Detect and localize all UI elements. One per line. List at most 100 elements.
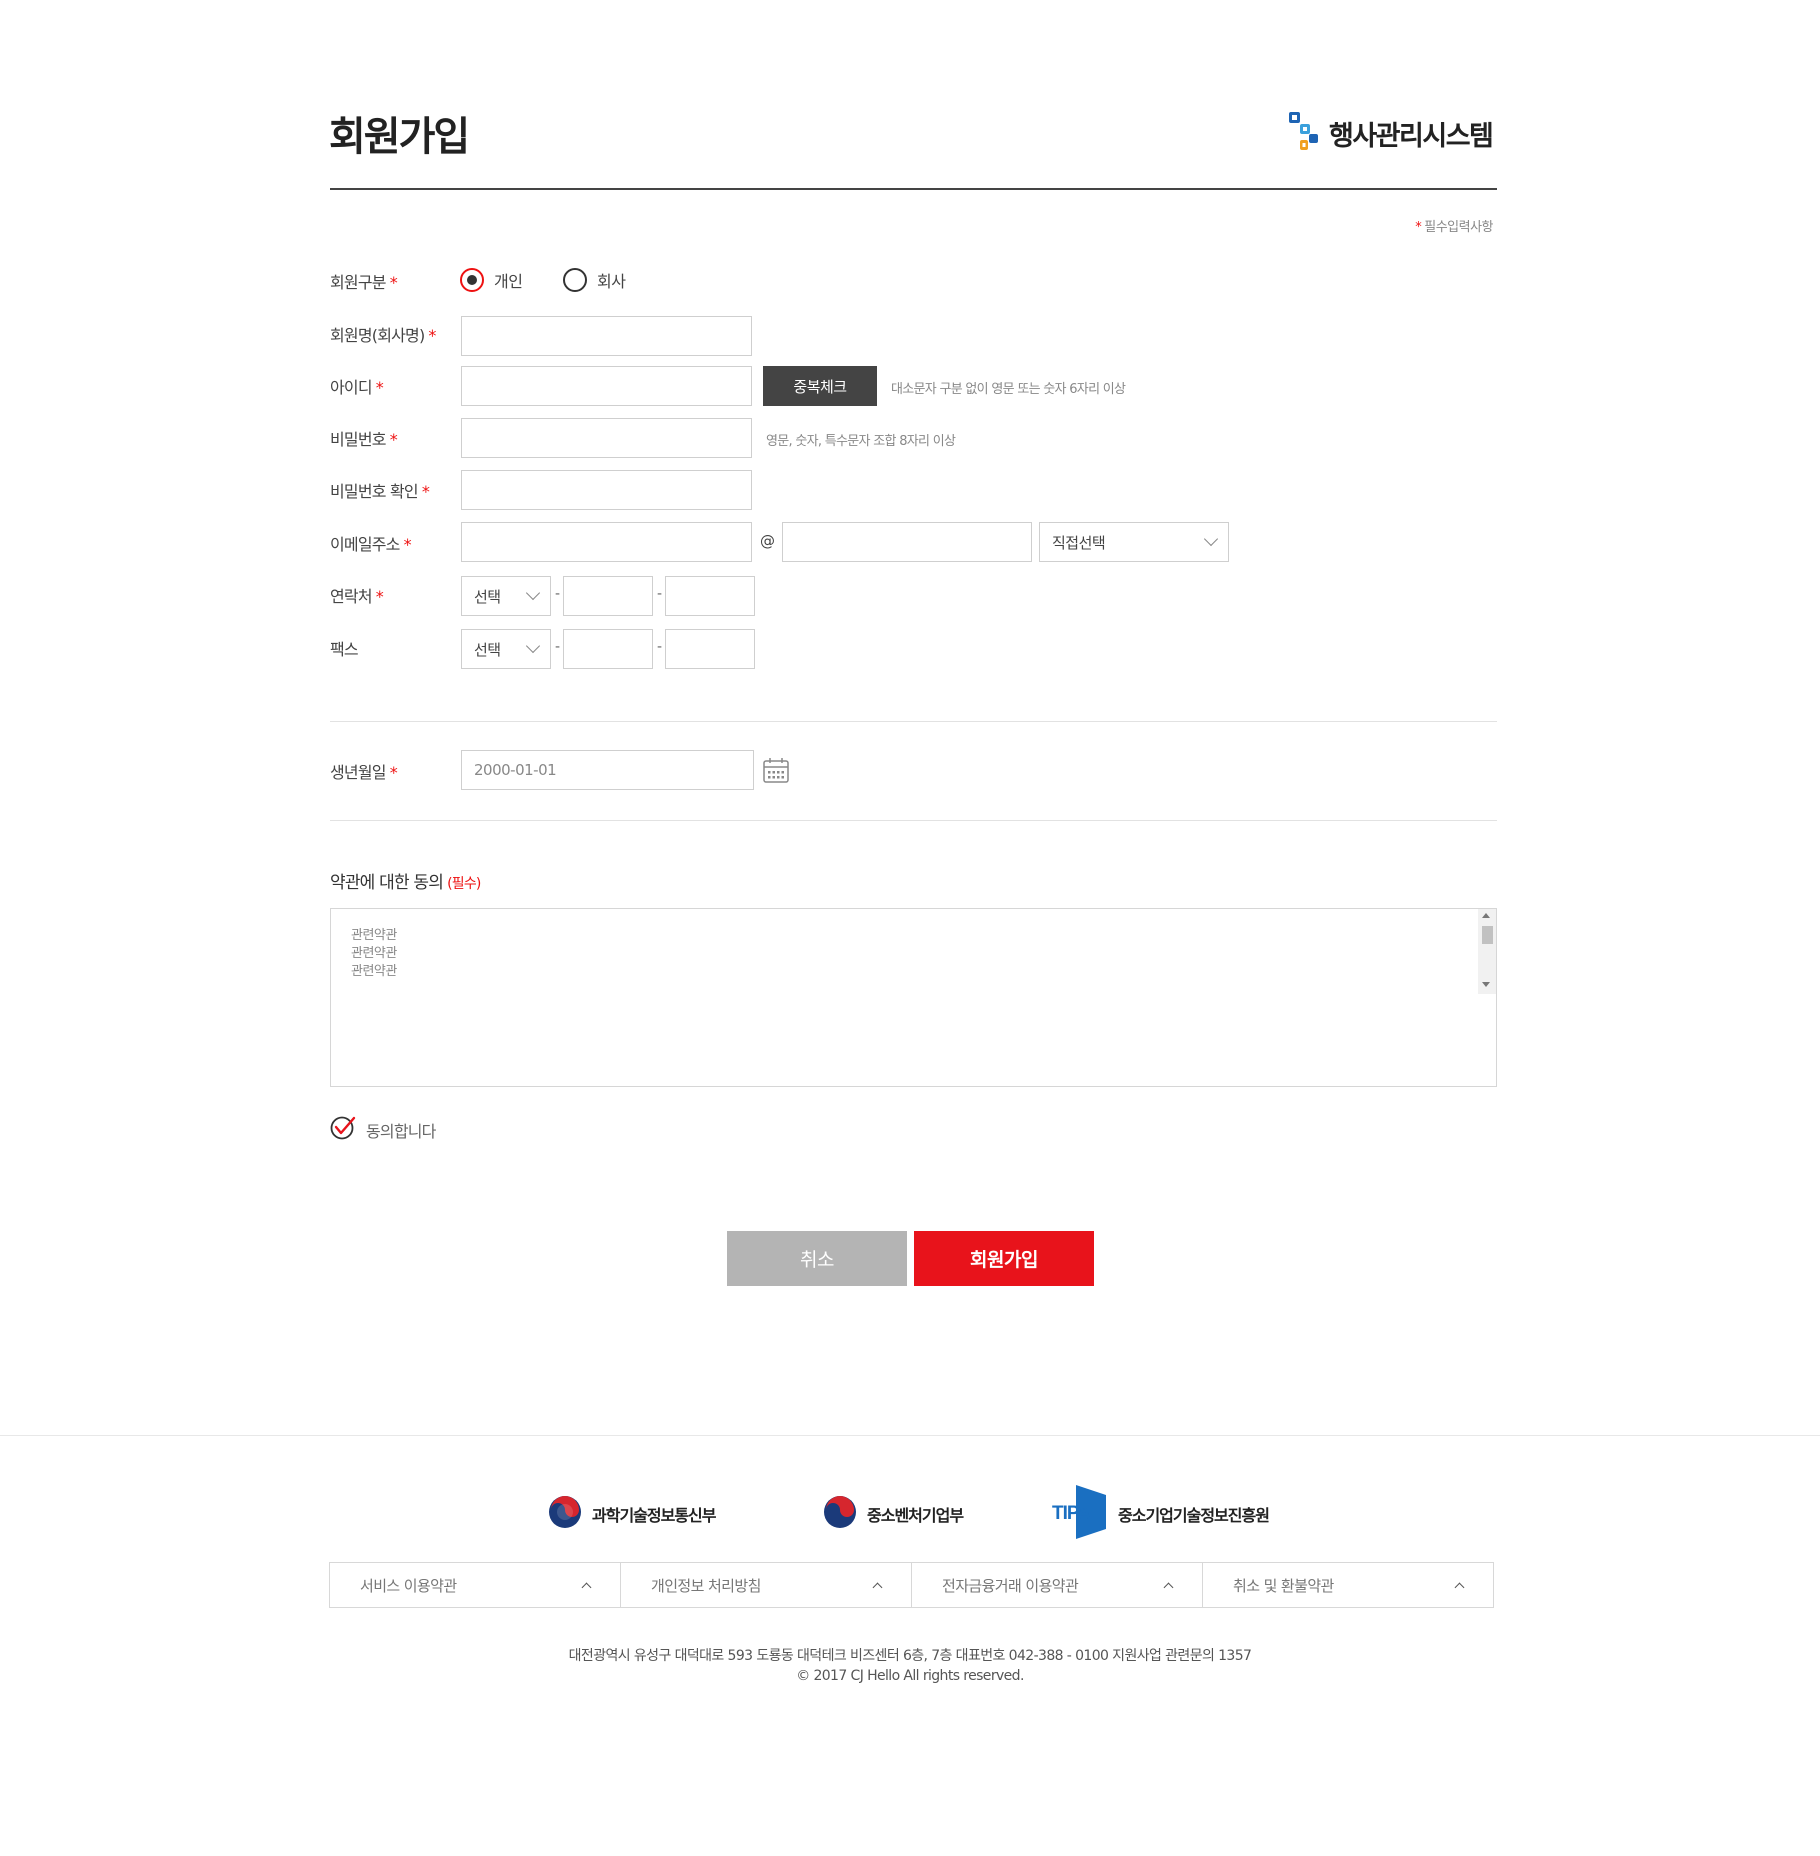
- fax-prefix-value: 선택: [474, 640, 501, 659]
- terms-line: 관련약관: [351, 946, 397, 961]
- policy-label: 취소 및 환불약관: [1233, 1576, 1334, 1595]
- system-logo[interactable]: 행사관리시스템: [1287, 110, 1494, 156]
- required-star: *: [403, 535, 412, 554]
- birthday-label: 생년월일 *: [330, 759, 398, 783]
- scroll-down-arrow-icon[interactable]: [1482, 982, 1490, 987]
- section-divider: [330, 721, 1497, 722]
- required-star: *: [428, 326, 436, 345]
- section-divider: [330, 820, 1497, 821]
- partner-mss[interactable]: 중소벤처기업부: [823, 1495, 964, 1533]
- fax-label: 팩스: [330, 640, 359, 659]
- partner-mss-label: 중소벤처기업부: [867, 1506, 964, 1525]
- scroll-up-arrow-icon[interactable]: [1482, 913, 1490, 918]
- tipa-logo-icon: TIPA: [1050, 1483, 1108, 1545]
- agree-label: 동의합니다: [366, 1122, 436, 1141]
- name-input[interactable]: [461, 316, 752, 356]
- partner-msit[interactable]: 과학기술정보통신부: [548, 1495, 716, 1533]
- fax-last-input[interactable]: [665, 629, 755, 669]
- name-label-text: 회원명(회사명): [330, 326, 425, 345]
- password-label: 비밀번호 *: [330, 426, 398, 450]
- chevron-up-icon: [872, 1582, 883, 1592]
- required-star: *: [1415, 220, 1422, 235]
- radio-checked-icon: [460, 268, 484, 292]
- radio-individual-label: 개인: [494, 272, 523, 291]
- chevron-up-icon: [1163, 1582, 1174, 1592]
- chevron-down-icon: [525, 585, 541, 601]
- footer-copyright: © 2017 CJ Hello All rights reserved.: [796, 1668, 1024, 1684]
- birthday-input[interactable]: 2000-01-01: [461, 750, 754, 790]
- terms-title: 약관에 대한 동의 (필수): [330, 868, 481, 893]
- fax-prefix-select[interactable]: 선택: [461, 629, 551, 669]
- partner-tipa[interactable]: TIPA 중소기업기술정보진흥원: [1050, 1483, 1270, 1545]
- email-domain-input[interactable]: [782, 522, 1032, 562]
- policy-label: 개인정보 처리방침: [651, 1576, 761, 1595]
- policy-label: 서비스 이용약관: [360, 1576, 457, 1595]
- logo-mark-icon: [1287, 110, 1321, 156]
- calendar-icon[interactable]: [762, 757, 790, 789]
- terms-required-tag: (필수): [447, 876, 481, 892]
- check-circle-icon: [330, 1115, 356, 1145]
- email-local-input[interactable]: [461, 522, 752, 562]
- chevron-up-icon: [581, 1582, 592, 1592]
- password-input[interactable]: [461, 418, 752, 458]
- password-confirm-input[interactable]: [461, 470, 752, 510]
- logo-text: 행사관리시스템: [1329, 120, 1494, 152]
- password-confirm-label-text: 비밀번호 확인: [330, 482, 419, 501]
- fax-middle-input[interactable]: [563, 629, 653, 669]
- birthday-label-text: 생년월일: [330, 763, 386, 782]
- phone-prefix-select[interactable]: 선택: [461, 576, 551, 616]
- radio-company[interactable]: 회사: [563, 268, 626, 292]
- password-hint: 영문, 숫자, 특수문자 조합 8자리 이상: [766, 434, 956, 449]
- chevron-down-icon: [1203, 531, 1219, 547]
- required-star: *: [375, 378, 384, 397]
- footer-divider: [0, 1435, 1820, 1436]
- email-at-sign: @: [760, 532, 775, 550]
- email-domain-select[interactable]: 직접선택: [1039, 522, 1229, 562]
- terms-title-text: 약관에 대한 동의: [330, 873, 444, 893]
- radio-individual[interactable]: 개인: [460, 268, 523, 292]
- id-label: 아이디 *: [330, 374, 384, 398]
- member-type-label: 회원구분 *: [330, 269, 398, 293]
- chevron-up-icon: [1454, 1582, 1465, 1592]
- required-note-text: 필수입력사항: [1424, 220, 1493, 235]
- phone-prefix-value: 선택: [474, 587, 501, 606]
- signup-button[interactable]: 회원가입: [914, 1231, 1094, 1286]
- id-hint: 대소문자 구분 없이 영문 또는 숫자 6자리 이상: [891, 382, 1126, 397]
- member-type-label-text: 회원구분: [330, 273, 386, 292]
- password-label-text: 비밀번호: [330, 430, 386, 449]
- policy-bar: 서비스 이용약관 개인정보 처리방침 전자금융거래 이용약관 취소 및 환불약관: [329, 1562, 1494, 1608]
- policy-refund[interactable]: 취소 및 환불약관: [1203, 1563, 1493, 1607]
- phone-separator: -: [555, 586, 561, 602]
- policy-e-finance[interactable]: 전자금융거래 이용약관: [912, 1563, 1203, 1607]
- required-star: *: [421, 482, 430, 501]
- id-input[interactable]: [461, 366, 752, 406]
- cancel-button[interactable]: 취소: [727, 1231, 907, 1286]
- phone-last-input[interactable]: [665, 576, 755, 616]
- required-star: *: [389, 273, 398, 292]
- email-domain-select-value: 직접선택: [1052, 533, 1106, 552]
- scrollbar-thumb[interactable]: [1482, 926, 1493, 944]
- phone-label-text: 연락처: [330, 587, 373, 606]
- policy-privacy[interactable]: 개인정보 처리방침: [621, 1563, 912, 1607]
- policy-label: 전자금융거래 이용약관: [942, 1576, 1079, 1595]
- terms-line: 관련약관: [351, 928, 397, 943]
- terms-line: 관련약관: [351, 964, 397, 979]
- taeguk-icon: [548, 1495, 582, 1533]
- radio-unchecked-icon: [563, 268, 587, 292]
- partner-tipa-label: 중소기업기술정보진흥원: [1118, 1506, 1270, 1525]
- terms-textarea[interactable]: 관련약관 관련약관 관련약관: [330, 908, 1497, 1087]
- required-star: *: [389, 430, 398, 449]
- agree-checkbox[interactable]: 동의합니다: [330, 1115, 436, 1145]
- required-star: *: [389, 763, 398, 782]
- phone-separator: -: [657, 586, 663, 602]
- partner-msit-label: 과학기술정보통신부: [592, 1506, 716, 1525]
- chevron-down-icon: [525, 638, 541, 654]
- id-label-text: 아이디: [330, 378, 373, 397]
- policy-service-terms[interactable]: 서비스 이용약관: [330, 1563, 621, 1607]
- duplicate-check-button[interactable]: 중복체크: [763, 366, 877, 406]
- phone-middle-input[interactable]: [563, 576, 653, 616]
- taeguk-icon: [823, 1495, 857, 1533]
- email-label-text: 이메일주소: [330, 535, 400, 554]
- page-title: 회원가입: [329, 114, 470, 160]
- fax-separator: -: [657, 639, 663, 655]
